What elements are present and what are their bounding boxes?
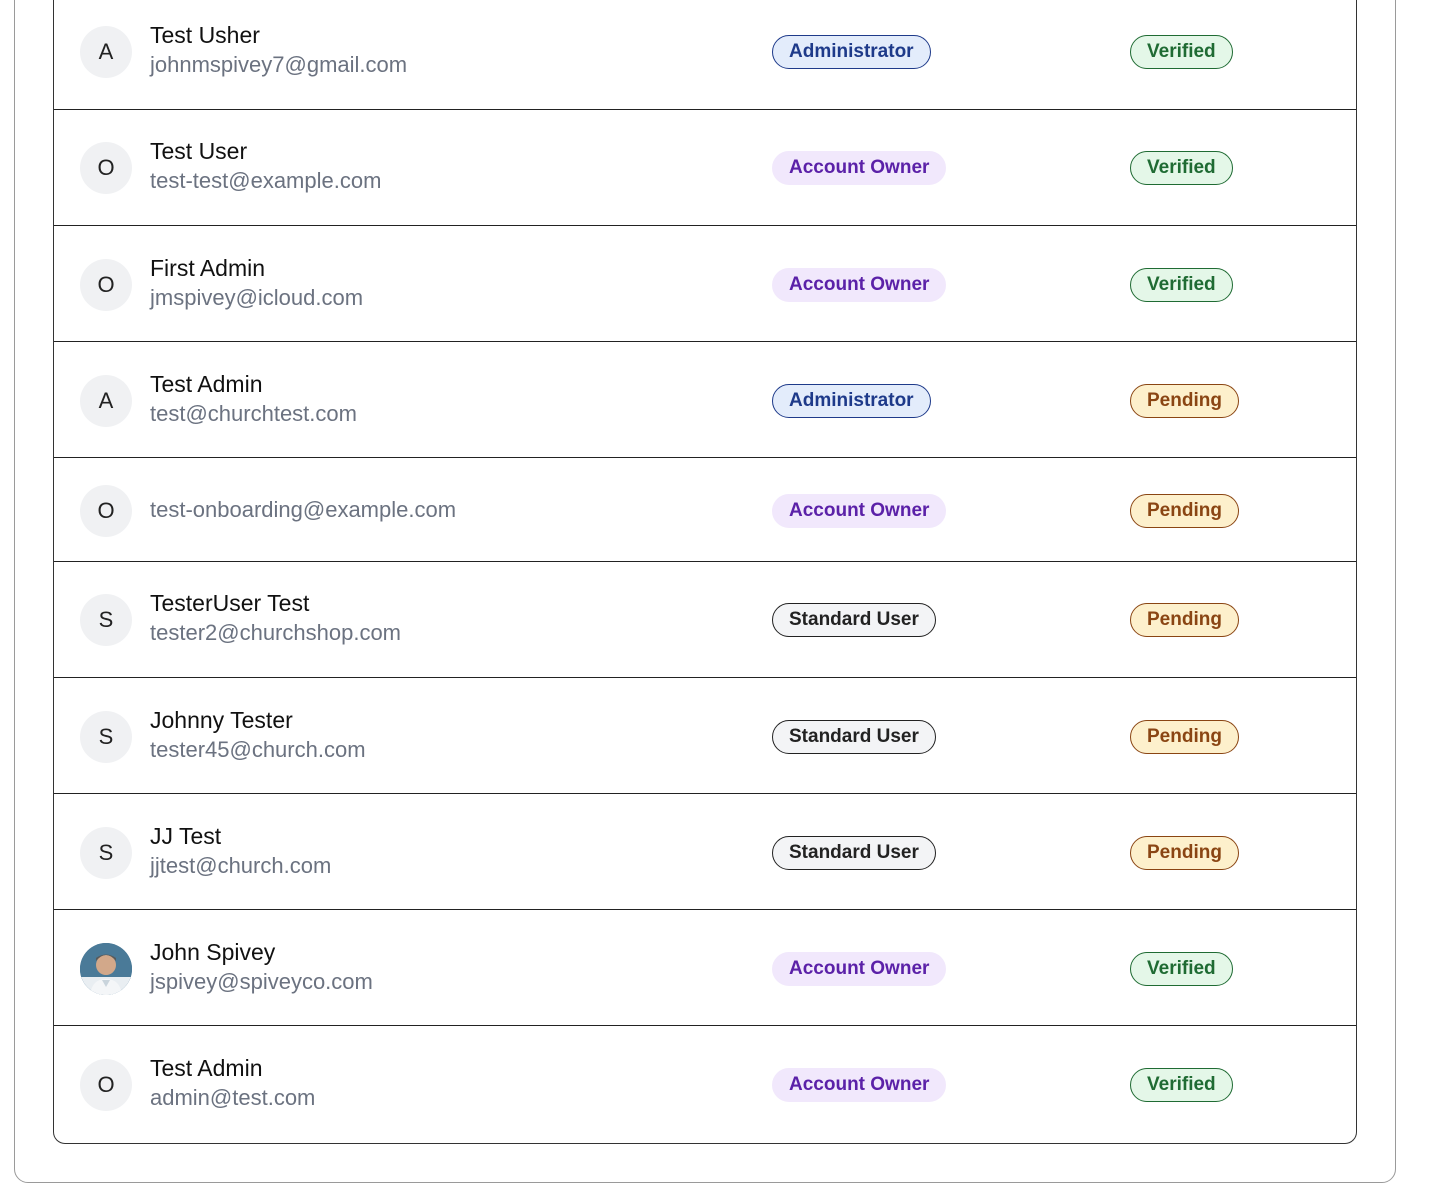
role-badge: Account Owner bbox=[772, 1068, 947, 1102]
user-email: jmspivey@icloud.com bbox=[150, 285, 364, 310]
user-name: Test Admin bbox=[150, 371, 263, 397]
status-badge: Pending bbox=[1130, 720, 1239, 754]
user-email: johnmspivey7@gmail.com bbox=[150, 52, 408, 77]
user-email: tester45@church.com bbox=[150, 737, 366, 762]
table-row[interactable]: O test-onboarding@example.com Account Ow… bbox=[54, 458, 1356, 562]
avatar bbox=[80, 943, 132, 995]
avatar: O bbox=[80, 142, 132, 194]
role-badge: Standard User bbox=[772, 603, 936, 637]
user-info: TesterUser Test tester2@churchshop.com bbox=[150, 588, 401, 648]
avatar: O bbox=[80, 1059, 132, 1111]
role-badge: Account Owner bbox=[772, 268, 947, 302]
status-badge: Pending bbox=[1130, 494, 1239, 528]
user-name: TesterUser Test bbox=[150, 590, 310, 616]
avatar: A bbox=[80, 26, 132, 78]
table-row[interactable]: O Test User test-test@example.com Accoun… bbox=[54, 110, 1356, 226]
status-badge: Verified bbox=[1130, 1068, 1233, 1102]
user-email: jjtest@church.com bbox=[150, 853, 332, 878]
avatar: S bbox=[80, 594, 132, 646]
table-row[interactable]: S TesterUser Test tester2@churchshop.com… bbox=[54, 562, 1356, 678]
table-row[interactable]: S JJ Test jjtest@church.com Standard Use… bbox=[54, 794, 1356, 910]
table-row[interactable]: A Test Admin test@churchtest.com Adminis… bbox=[54, 342, 1356, 458]
user-info: Test Admin test@churchtest.com bbox=[150, 369, 357, 429]
user-email: tester2@churchshop.com bbox=[150, 620, 402, 645]
user-name: First Admin bbox=[150, 255, 266, 281]
role-badge: Standard User bbox=[772, 836, 936, 870]
role-badge: Standard User bbox=[772, 720, 936, 754]
user-info: JJ Test jjtest@church.com bbox=[150, 821, 331, 881]
user-name: Johnny Tester bbox=[150, 707, 293, 733]
role-badge: Administrator bbox=[772, 384, 931, 418]
status-badge: Verified bbox=[1130, 952, 1233, 986]
user-name: Test Admin bbox=[150, 1055, 263, 1081]
members-table: A Test Usher johnmspivey7@gmail.com Admi… bbox=[53, 0, 1357, 1144]
role-badge: Administrator bbox=[772, 35, 931, 69]
user-info: John Spivey jspivey@spiveyco.com bbox=[150, 937, 373, 997]
user-photo-icon bbox=[80, 943, 132, 995]
status-badge: Verified bbox=[1130, 268, 1233, 302]
avatar: A bbox=[80, 375, 132, 427]
user-name: Test User bbox=[150, 138, 248, 164]
role-badge: Account Owner bbox=[772, 952, 947, 986]
user-email: jspivey@spiveyco.com bbox=[150, 969, 373, 994]
user-email: test-onboarding@example.com bbox=[150, 497, 457, 522]
status-badge: Verified bbox=[1130, 151, 1233, 185]
user-name: Test Usher bbox=[150, 22, 260, 48]
role-badge: Account Owner bbox=[772, 151, 947, 185]
table-row[interactable]: O First Admin jmspivey@icloud.com Accoun… bbox=[54, 226, 1356, 342]
user-email: test-test@example.com bbox=[150, 168, 382, 193]
user-info: First Admin jmspivey@icloud.com bbox=[150, 253, 363, 313]
status-badge: Pending bbox=[1130, 603, 1239, 637]
status-badge: Pending bbox=[1130, 836, 1239, 870]
avatar: S bbox=[80, 827, 132, 879]
role-badge: Account Owner bbox=[772, 494, 947, 528]
user-info: Test Usher johnmspivey7@gmail.com bbox=[150, 20, 407, 80]
user-info: test-onboarding@example.com bbox=[150, 495, 456, 525]
avatar: S bbox=[80, 711, 132, 763]
table-row[interactable]: A Test Usher johnmspivey7@gmail.com Admi… bbox=[54, 0, 1356, 110]
user-info: Test Admin admin@test.com bbox=[150, 1053, 315, 1113]
status-badge: Verified bbox=[1130, 35, 1233, 69]
user-name: John Spivey bbox=[150, 939, 276, 965]
table-row[interactable]: S Johnny Tester tester45@church.com Stan… bbox=[54, 678, 1356, 794]
user-info: Test User test-test@example.com bbox=[150, 136, 381, 196]
table-row[interactable]: O Test Admin admin@test.com Account Owne… bbox=[54, 1026, 1356, 1143]
avatar: O bbox=[80, 485, 132, 537]
table-row[interactable]: John Spivey jspivey@spiveyco.com Account… bbox=[54, 910, 1356, 1026]
avatar: O bbox=[80, 259, 132, 311]
user-info: Johnny Tester tester45@church.com bbox=[150, 705, 366, 765]
user-email: admin@test.com bbox=[150, 1085, 316, 1110]
user-name: JJ Test bbox=[150, 823, 222, 849]
user-email: test@churchtest.com bbox=[150, 401, 357, 426]
status-badge: Pending bbox=[1130, 384, 1239, 418]
